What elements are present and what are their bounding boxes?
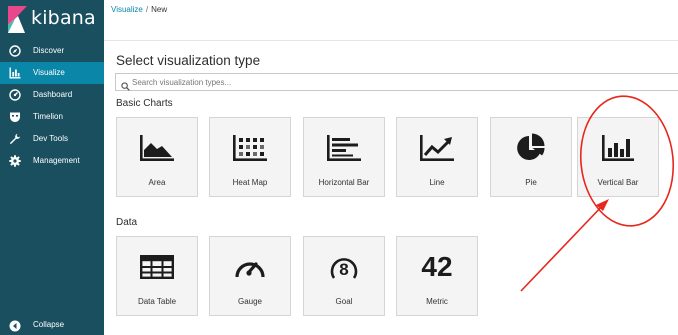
sidebar-item-dashboard[interactable]: Dashboard [0,84,104,106]
tile-label: Area [148,178,166,187]
sidebar-item-dev-tools[interactable]: Dev Tools [0,128,104,150]
tile-label: Line [429,178,445,187]
sidebar-item-label: Management [33,156,80,165]
sidebar-item-label: Visualize [33,68,65,77]
collapse-button[interactable]: Collapse [0,316,104,335]
metric-value: 42 [421,251,453,282]
timelion-mask-icon [9,111,21,123]
sidebar-item-visualize[interactable]: Visualize [0,62,104,84]
sidebar-item-label: Timelion [33,112,63,121]
compass-icon [9,45,21,57]
sidebar-item-label: Discover [33,46,65,55]
tile-label: Data Table [137,297,177,306]
kibana-logo[interactable]: kibana [0,0,104,40]
section-title-data: Data [116,217,138,228]
search-box[interactable] [115,73,678,91]
tile-data-table[interactable]: Data Table [116,236,198,316]
main-content: Visualize / New Select visualization type … [104,0,678,335]
sidebar-nav: Discover Visualize Dashboard Timelion De… [0,40,104,172]
tile-heat-map[interactable]: Heat Map [209,117,291,197]
collapse-arrow-icon [9,320,21,332]
sidebar: kibana Discover Visualize Dashboard Time… [0,0,104,335]
tile-label: Pie [525,178,537,187]
page-title: Select visualization type [116,53,261,68]
breadcrumb: Visualize / New [111,4,167,15]
search-input[interactable] [132,75,652,89]
tile-label: Gauge [237,297,263,306]
tile-goal[interactable]: 8 Goal [303,236,385,316]
tile-label: Vertical Bar [597,178,639,187]
header-divider [104,40,678,41]
heat-map-icon [210,134,290,162]
sidebar-item-timelion[interactable]: Timelion [0,106,104,128]
breadcrumb-current: New [151,5,168,14]
tile-gauge[interactable]: Gauge [209,236,291,316]
area-chart-icon [117,134,197,162]
table-icon [117,253,197,281]
sidebar-item-label: Dashboard [33,90,73,99]
kibana-wordmark: kibana [31,7,96,29]
sidebar-item-discover[interactable]: Discover [0,40,104,62]
tile-label: Goal [335,297,353,306]
gauge-icon [210,253,290,281]
tile-horizontal-bar[interactable]: Horizontal Bar [303,117,385,197]
tile-vertical-bar[interactable]: Vertical Bar [577,117,659,197]
pie-chart-icon [491,133,571,162]
tile-label: Metric [426,297,448,306]
vertical-bar-icon [578,134,658,162]
tile-line[interactable]: Line [396,117,478,197]
bar-chart-icon [9,67,21,79]
tile-label: Heat Map [232,178,268,187]
section-title-basic-charts: Basic Charts [116,98,173,109]
wrench-icon [9,133,21,145]
collapse-label: Collapse [33,320,65,329]
horizontal-bar-icon [304,134,384,162]
tile-metric[interactable]: 42 Metric [396,236,478,316]
search-icon [121,78,130,91]
tile-label: Horizontal Bar [318,178,370,187]
breadcrumb-link-visualize[interactable]: Visualize [111,5,143,14]
goal-icon: 8 [304,253,384,281]
tile-pie[interactable]: Pie [490,117,572,197]
kibana-app: kibana Discover Visualize Dashboard Time… [0,0,678,335]
line-chart-icon [397,134,477,162]
gear-icon [9,155,21,167]
sidebar-item-management[interactable]: Management [0,150,104,172]
sidebar-item-label: Dev Tools [33,134,68,143]
dashboard-gauge-icon [9,89,21,101]
goal-value: 8 [339,260,348,279]
metric-icon: 42 [397,253,477,281]
tile-area[interactable]: Area [116,117,198,197]
breadcrumb-separator: / [145,5,149,14]
kibana-logo-icon [8,6,27,33]
